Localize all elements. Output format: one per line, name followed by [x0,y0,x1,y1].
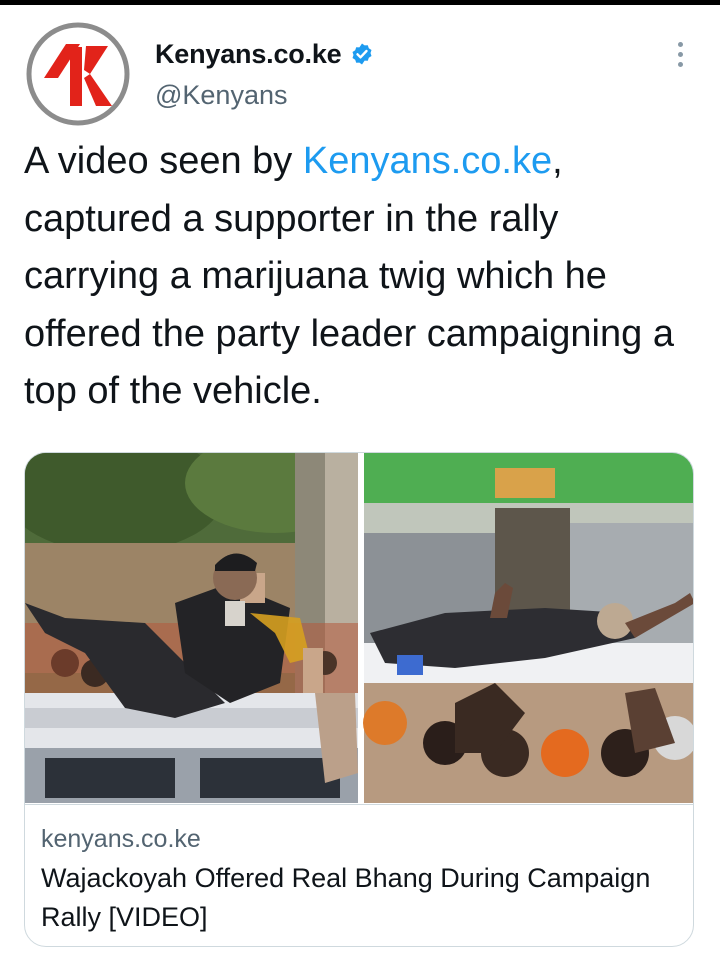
rally-photo-collage [25,453,693,803]
more-dot [677,41,683,47]
kenyans-logo-icon: K [26,22,130,126]
more-dot [677,51,683,57]
more-vertical-icon[interactable] [664,34,696,74]
tweet-text-start: A video seen by [24,140,303,182]
more-dot [677,61,683,67]
author-avatar[interactable]: K [24,20,132,128]
verified-badge-icon [352,43,371,65]
author-name-row: Kenyans.co.ke [155,34,374,74]
card-footer: kenyans.co.ke Wajackoyah Offered Real Bh… [25,804,693,946]
card-domain: kenyans.co.ke [41,825,201,853]
author-handle[interactable]: @Kenyans [155,80,287,111]
link-preview-card[interactable]: kenyans.co.ke Wajackoyah Offered Real Bh… [24,452,694,947]
left-photo [25,453,365,803]
tweet-mention-link[interactable]: Kenyans.co.ke [303,140,552,182]
right-photo [363,453,693,803]
status-bar-edge [0,0,720,5]
card-image[interactable] [25,453,693,803]
author-display-name[interactable]: Kenyans.co.ke [155,39,342,70]
card-title[interactable]: Wajackoyah Offered Real Bhang During Cam… [41,859,681,937]
tweet-text: A video seen by Kenyans.co.ke, captured … [24,133,704,421]
